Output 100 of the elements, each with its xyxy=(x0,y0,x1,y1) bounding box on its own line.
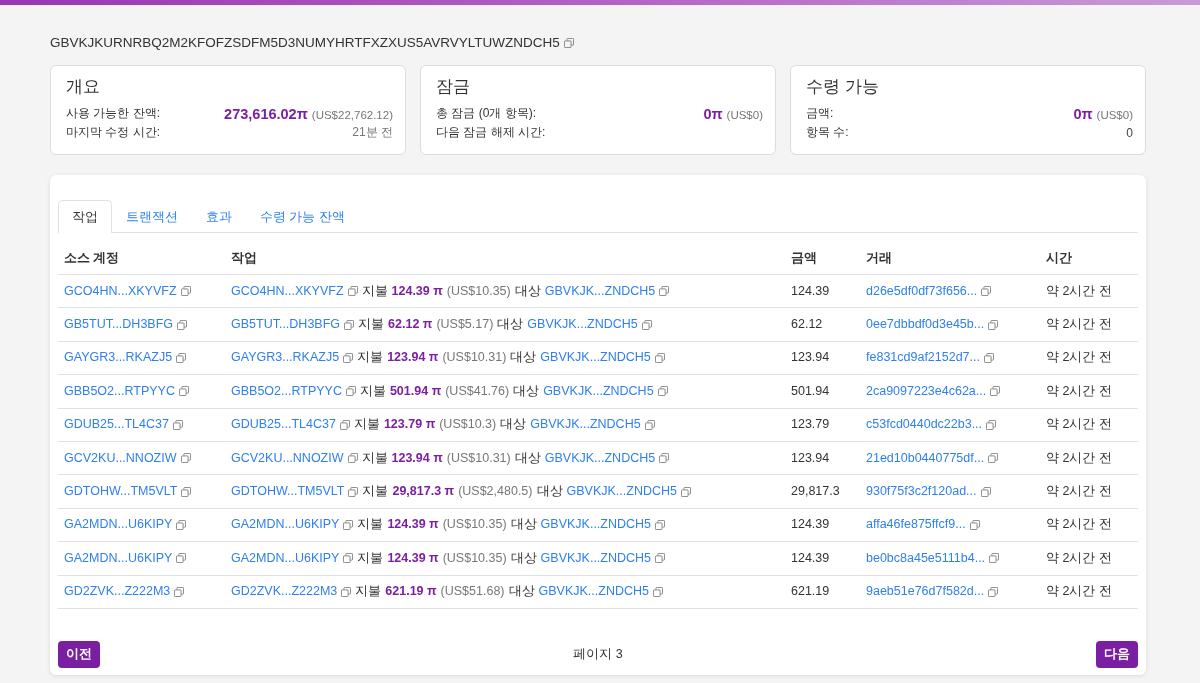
target-label: 대상 xyxy=(510,349,537,367)
transaction-link[interactable]: 930f75f3c2f120ad... xyxy=(866,482,977,501)
transaction-link[interactable]: 21ed10b0440775df... xyxy=(866,449,985,467)
copy-icon[interactable] xyxy=(341,586,352,597)
transaction-link[interactable]: c53fcd0440dc22b3... xyxy=(866,416,983,434)
copy-icon[interactable] xyxy=(178,386,189,397)
account-link[interactable]: GBVKJK...ZNDCH5 xyxy=(543,382,654,401)
copy-icon[interactable] xyxy=(644,419,655,430)
account-link[interactable]: GB5TUT...DH3BFG xyxy=(64,315,174,334)
copy-icon[interactable] xyxy=(655,520,666,531)
account-link[interactable]: GBVKJK...ZNDCH5 xyxy=(540,549,652,568)
account-link[interactable]: GDUB25...TL4C37 xyxy=(231,416,336,434)
account-link[interactable]: GBVKJK...ZNDCH5 xyxy=(538,583,649,601)
copy-icon[interactable] xyxy=(563,38,574,48)
copy-icon[interactable] xyxy=(988,586,999,597)
account-link[interactable]: GAYGR3...RKAZJ5 xyxy=(64,349,173,367)
copy-icon[interactable] xyxy=(348,486,359,497)
amount-value: 29,817.3 xyxy=(791,483,840,498)
transaction-link[interactable]: affa46fe875ffcf9... xyxy=(866,516,966,534)
copy-icon[interactable] xyxy=(343,353,354,363)
usd-value: (US$2,480.5) xyxy=(458,482,533,500)
column-header: 금액 xyxy=(791,251,817,265)
account-link[interactable]: GCO4HN...XKYVFZ xyxy=(231,282,344,300)
copy-icon[interactable] xyxy=(176,353,187,363)
row-label: 항목 수: xyxy=(806,124,849,141)
copy-icon[interactable] xyxy=(988,319,999,330)
copy-icon[interactable] xyxy=(174,586,185,597)
copy-icon[interactable] xyxy=(659,453,670,464)
account-link[interactable]: GBVKJK...ZNDCH5 xyxy=(540,516,652,534)
next-button[interactable]: 다음 xyxy=(1096,641,1138,669)
account-link[interactable]: GCV2KU...NNOZIW xyxy=(231,449,344,467)
usd-value: (US$10.35) xyxy=(446,282,511,300)
account-link[interactable]: GA2MDN...U6KIPY xyxy=(231,549,340,568)
copy-icon[interactable] xyxy=(652,586,663,597)
copy-icon[interactable] xyxy=(347,453,358,464)
account-link[interactable]: GCV2KU...NNOZIW xyxy=(64,449,177,467)
account-link[interactable]: GBVKJK...ZNDCH5 xyxy=(566,482,677,501)
copy-icon[interactable] xyxy=(343,553,354,564)
copy-icon[interactable] xyxy=(986,419,997,430)
account-link[interactable]: GBVKJK...ZNDCH5 xyxy=(544,449,656,467)
column-header: 작업 xyxy=(231,251,257,265)
copy-icon[interactable] xyxy=(176,553,187,564)
tab[interactable]: 수령 가능 잔액 xyxy=(246,200,359,233)
account-link[interactable]: GD2ZVK...Z222M3 xyxy=(64,583,171,601)
operation-type: 지불 xyxy=(357,549,384,567)
tab[interactable]: 트랜잭션 xyxy=(112,200,192,233)
account-link[interactable]: GDUB25...TL4C37 xyxy=(64,416,169,434)
account-link[interactable]: GBVKJK...ZNDCH5 xyxy=(540,349,651,367)
copy-icon[interactable] xyxy=(347,286,358,297)
copy-icon[interactable] xyxy=(172,419,183,430)
copy-icon[interactable] xyxy=(988,453,999,464)
previous-button[interactable]: 이전 xyxy=(58,641,100,669)
tab[interactable]: 효과 xyxy=(192,200,246,233)
copy-icon[interactable] xyxy=(989,553,1000,564)
copy-icon[interactable] xyxy=(990,386,1001,397)
copy-icon[interactable] xyxy=(980,486,991,497)
amount-value: 621.19 xyxy=(791,584,830,599)
copy-icon[interactable] xyxy=(343,520,354,531)
transaction-link[interactable]: be0bc8a45e5111b4... xyxy=(866,549,986,568)
copy-icon[interactable] xyxy=(345,386,356,397)
transaction-link[interactable]: 0ee7dbbdf0d3e45b... xyxy=(866,315,985,334)
copy-icon[interactable] xyxy=(344,319,355,330)
copy-icon[interactable] xyxy=(177,319,188,330)
account-link[interactable]: GA2MDN...U6KIPY xyxy=(231,516,340,534)
account-link[interactable]: GAYGR3...RKAZJ5 xyxy=(231,349,340,367)
copy-icon[interactable] xyxy=(339,419,350,430)
account-link[interactable]: GBVKJK...ZNDCH5 xyxy=(527,315,638,334)
tab[interactable]: 작업 xyxy=(58,200,112,233)
account-link[interactable]: GBVKJK...ZNDCH5 xyxy=(530,416,641,434)
account-link[interactable]: GDTOHW...TM5VLT xyxy=(231,482,345,501)
account-link[interactable]: GCO4HN...XKYVFZ xyxy=(64,282,177,300)
copy-icon[interactable] xyxy=(180,453,191,464)
transaction-link[interactable]: 9aeb51e76d7f582d... xyxy=(866,583,985,601)
account-link[interactable]: GD2ZVK...Z222M3 xyxy=(231,583,338,601)
copy-icon[interactable] xyxy=(181,486,192,497)
transaction-link[interactable]: d26e5df0df73f656... xyxy=(866,282,978,300)
copy-icon[interactable] xyxy=(680,486,691,497)
copy-icon[interactable] xyxy=(969,520,980,531)
row-label: 금액: xyxy=(806,105,834,122)
copy-icon[interactable] xyxy=(984,353,994,363)
account-link[interactable]: GB5TUT...DH3BFG xyxy=(231,315,341,334)
account-link[interactable]: GBB5O2...RTPYYC xyxy=(231,382,342,401)
copy-icon[interactable] xyxy=(657,386,668,397)
copy-icon[interactable] xyxy=(176,520,187,531)
copy-icon[interactable] xyxy=(981,286,992,297)
payment-amount: 124.39 π xyxy=(387,516,439,534)
account-link[interactable]: GBVKJK...ZNDCH5 xyxy=(544,282,656,300)
copy-icon[interactable] xyxy=(654,353,665,363)
payment-amount: 501.94 π xyxy=(389,382,442,400)
time-ago: 약 2시간 전 xyxy=(1046,550,1112,565)
account-link[interactable]: GDTOHW...TM5VLT xyxy=(64,482,178,501)
transaction-link[interactable]: 2ca9097223e4c62a... xyxy=(866,382,987,401)
copy-icon[interactable] xyxy=(641,319,652,330)
account-link[interactable]: GA2MDN...U6KIPY xyxy=(64,549,173,568)
account-link[interactable]: GBB5O2...RTPYYC xyxy=(64,382,175,401)
copy-icon[interactable] xyxy=(655,553,666,564)
transaction-link[interactable]: fe831cd9af2152d7... xyxy=(866,349,980,367)
copy-icon[interactable] xyxy=(659,286,670,297)
copy-icon[interactable] xyxy=(180,286,191,297)
account-link[interactable]: GA2MDN...U6KIPY xyxy=(64,516,173,534)
